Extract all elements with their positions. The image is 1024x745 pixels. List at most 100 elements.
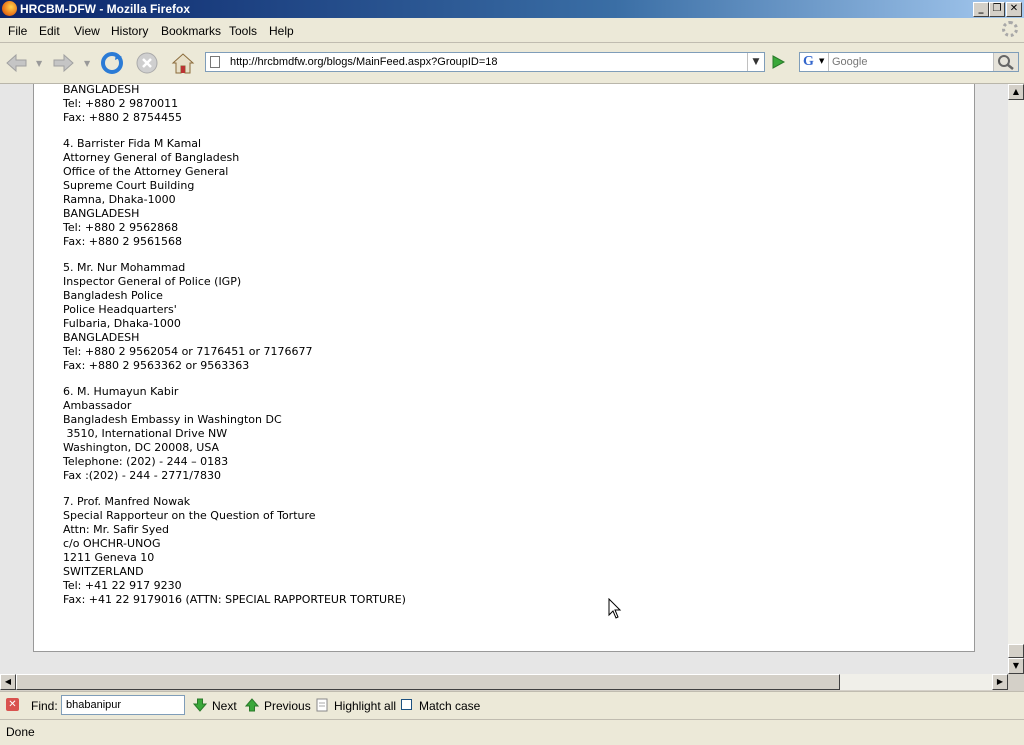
contact-line: Police Headquarters' [63,303,177,316]
find-label: Find: [31,699,58,713]
close-window-button[interactable]: ✕ [1006,2,1022,17]
home-button[interactable] [170,51,196,75]
contact-line: Supreme Court Building [63,179,195,192]
contact-line: Washington, DC 20008, USA [63,441,220,454]
contact-line: Tel: +880 2 9870011 [63,97,179,110]
search-box[interactable]: G ▼ Google [799,52,1019,72]
menu-bar: File Edit View History Bookmarks Tools H… [0,18,1024,43]
menu-file[interactable]: File [8,24,27,38]
go-arrow-icon [772,55,786,69]
contact-line: Attn: Mr. Safir Syed [63,523,170,536]
engine-dropdown-icon: ▼ [819,57,825,65]
home-icon [171,53,195,74]
menu-view[interactable]: View [74,24,100,38]
contact-list: BANGLADESH Tel: +880 2 9870011 Fax: +880 2… [63,84,406,619]
find-input[interactable] [61,695,185,715]
forward-button[interactable] [50,51,76,75]
scroll-down-button[interactable]: ▼ [1008,658,1024,674]
forward-arrow-icon [53,53,74,73]
back-arrow-icon [6,53,27,73]
contact-line: BANGLADESH [63,331,140,344]
firefox-logo-icon [2,1,17,16]
search-button[interactable] [993,53,1018,71]
horizontal-scrollbar[interactable]: ◀ ▶ [0,674,1008,690]
highlight-icon [316,698,328,712]
reload-button[interactable] [99,51,125,75]
contact-block: BANGLADESH Tel: +880 2 9870011 Fax: +880 2… [63,84,406,125]
status-bar: Done [0,719,1024,745]
navigation-toolbar: ▼ ▼ http://hrcbmdfw.org/blogs/MainFeed.a… [0,43,1024,84]
contact-line: Tel: +880 2 9562868 [63,221,179,234]
scroll-corner [1008,674,1024,690]
contact-block: 6. M. Humayun Kabir Ambassador Bangladesh … [63,385,406,483]
find-previous-button[interactable]: Previous [264,699,311,713]
reload-icon [101,52,123,74]
find-bar: ✕ Find: Next Previous Highlight all Matc… [0,691,1024,719]
menu-help[interactable]: Help [269,24,294,38]
magnifier-icon [998,55,1014,70]
activity-throbber-icon [1002,21,1018,37]
contact-line: Fax: +880 2 9563362 or 9563363 [63,359,250,372]
find-next-arrow-icon [193,698,207,712]
find-previous-arrow-icon [245,698,259,712]
menu-edit[interactable]: Edit [39,24,60,38]
minimize-button[interactable]: _ [973,2,989,17]
highlight-all-button[interactable]: Highlight all [334,699,396,713]
contact-line: Office of the Attorney General [63,165,229,178]
match-case-label[interactable]: Match case [419,699,480,713]
url-text: http://hrcbmdfw.org/blogs/MainFeed.aspx?… [230,56,498,68]
vertical-scroll-thumb[interactable] [1008,644,1024,658]
horizontal-scroll-thumb[interactable] [16,674,840,690]
back-button[interactable] [4,51,30,75]
url-bar[interactable]: http://hrcbmdfw.org/blogs/MainFeed.aspx?… [205,52,765,72]
contact-line: Fulbaria, Dhaka-1000 [63,317,181,330]
contact-line: Ramna, Dhaka-1000 [63,193,176,206]
contact-line: 7. Prof. Manfred Nowak [63,495,191,508]
search-input[interactable]: Google [832,56,867,68]
scroll-up-button[interactable]: ▲ [1008,84,1024,100]
url-history-dropdown-icon[interactable]: ▼ [747,53,764,71]
contact-line: 6. M. Humayun Kabir [63,385,179,398]
contact-line: 3510, International Drive NW [63,427,228,440]
contact-line: Fax: +880 2 9561568 [63,235,182,248]
forward-history-dropdown-icon[interactable]: ▼ [84,59,90,68]
back-history-dropdown-icon[interactable]: ▼ [36,59,42,68]
contact-block: 4. Barrister Fida M Kamal Attorney Genera… [63,137,406,249]
match-case-checkbox[interactable] [401,699,412,710]
scroll-right-button[interactable]: ▶ [992,674,1008,690]
contact-line: Inspector General of Police (IGP) [63,275,242,288]
contact-line: Telephone: (202) - 244 – 0183 [63,455,229,468]
search-engine-selector[interactable]: G ▼ [800,53,829,71]
contact-line: Special Rapporteur on the Question of To… [63,509,316,522]
contact-line: Tel: +880 2 9562054 or 7176451 or 717667… [63,345,313,358]
contact-line: Attorney General of Bangladesh [63,151,240,164]
go-button[interactable] [768,53,788,71]
contact-line: 4. Barrister Fida M Kamal [63,137,202,150]
contact-line: SWITZERLAND [63,565,144,578]
menu-bookmarks[interactable]: Bookmarks [161,24,221,38]
contact-line: Fax: +880 2 8754455 [63,111,182,124]
contact-line: BANGLADESH [63,207,140,220]
google-logo-icon: G [803,54,814,69]
window-title: HRCBM-DFW - Mozilla Firefox [20,2,190,16]
contact-line: Bangladesh Embassy in Washington DC [63,413,282,426]
contact-line: 1211 Geneva 10 [63,551,155,564]
close-findbar-icon[interactable]: ✕ [6,698,19,711]
blog-post-body: BANGLADESH Tel: +880 2 9870011 Fax: +880 2… [33,84,975,652]
contact-line: Ambassador [63,399,132,412]
content-viewport: BANGLADESH Tel: +880 2 9870011 Fax: +880 2… [0,84,1008,674]
menu-history[interactable]: History [111,24,148,38]
contact-block: 7. Prof. Manfred Nowak Special Rapporteur… [63,495,406,607]
page-icon [210,56,220,68]
mouse-cursor-icon [608,598,622,619]
scroll-left-button[interactable]: ◀ [0,674,16,690]
restore-button[interactable]: ❐ [989,2,1005,17]
menu-tools[interactable]: Tools [229,24,257,38]
vertical-scrollbar[interactable]: ▲ ▼ [1008,84,1024,674]
find-next-button[interactable]: Next [212,699,237,713]
contact-line: Fax :(202) - 244 - 2771/7830 [63,469,221,482]
window-titlebar: HRCBM-DFW - Mozilla Firefox _ ❐ ✕ [0,0,1024,18]
stop-button[interactable] [134,51,160,75]
contact-line: 5. Mr. Nur Mohammad [63,261,186,274]
stop-icon [136,52,158,74]
